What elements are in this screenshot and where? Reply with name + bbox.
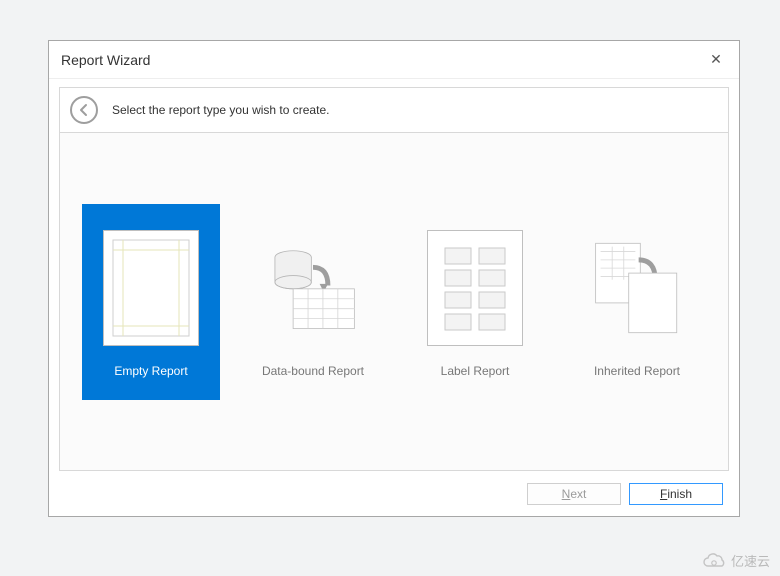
dialog-footer: Next Finish bbox=[49, 472, 739, 516]
options-panel: Empty Report bbox=[59, 133, 729, 471]
close-icon: ✕ bbox=[710, 51, 722, 68]
option-inherited-report[interactable]: Inherited Report bbox=[568, 204, 706, 400]
next-button: Next bbox=[527, 483, 621, 505]
close-button[interactable]: ✕ bbox=[705, 49, 727, 71]
data-bound-report-icon bbox=[265, 230, 361, 346]
titlebar: Report Wizard ✕ bbox=[49, 41, 739, 79]
option-label: Empty Report bbox=[114, 364, 187, 378]
dialog-title: Report Wizard bbox=[61, 52, 150, 68]
instruction-text: Select the report type you wish to creat… bbox=[112, 103, 329, 117]
finish-button[interactable]: Finish bbox=[629, 483, 723, 505]
option-empty-report[interactable]: Empty Report bbox=[82, 204, 220, 400]
option-data-bound-report[interactable]: Data-bound Report bbox=[244, 204, 382, 400]
watermark: 亿速云 bbox=[701, 551, 770, 570]
option-label-report[interactable]: Label Report bbox=[406, 204, 544, 400]
back-button[interactable] bbox=[70, 96, 98, 124]
arrow-left-icon bbox=[77, 103, 91, 117]
label-report-icon bbox=[427, 230, 523, 346]
option-label: Data-bound Report bbox=[262, 364, 364, 378]
option-label: Label Report bbox=[441, 364, 510, 378]
empty-report-icon bbox=[103, 230, 199, 346]
cloud-icon bbox=[701, 552, 727, 570]
report-wizard-dialog: Report Wizard ✕ Select the report type y… bbox=[48, 40, 740, 517]
inherited-report-icon bbox=[589, 230, 685, 346]
option-label: Inherited Report bbox=[594, 364, 680, 378]
watermark-text: 亿速云 bbox=[731, 551, 770, 570]
instruction-bar: Select the report type you wish to creat… bbox=[59, 87, 729, 133]
